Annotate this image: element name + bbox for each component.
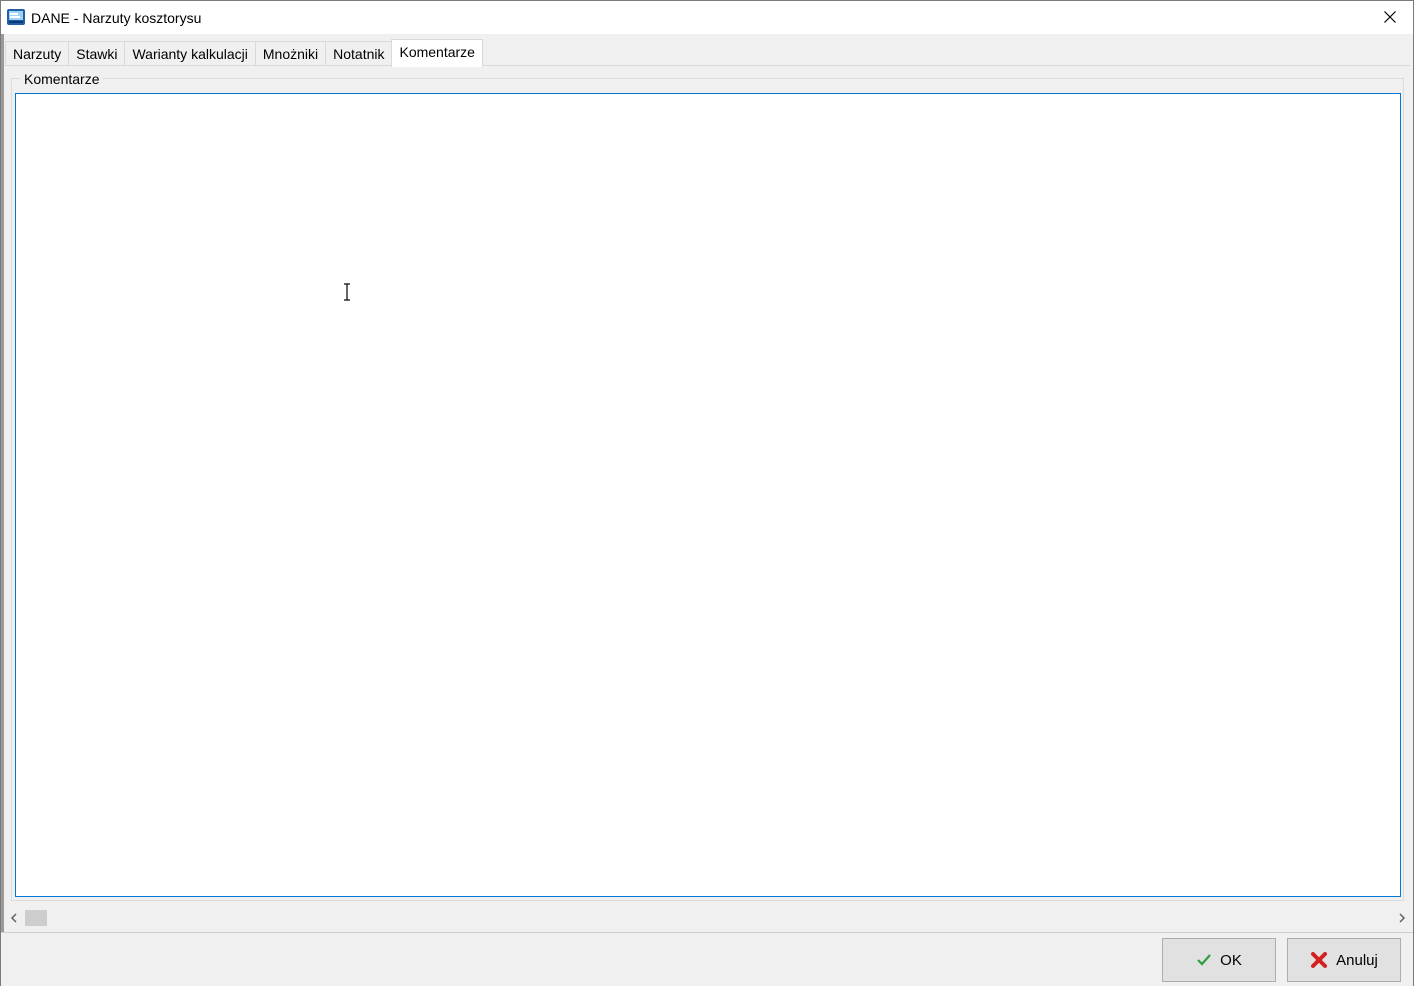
tab-stawki[interactable]: Stawki	[68, 41, 126, 66]
close-button[interactable]	[1367, 1, 1413, 34]
cancel-button-label: Anuluj	[1336, 951, 1378, 969]
tab-komentarze[interactable]: Komentarze	[391, 39, 483, 67]
window-left-edge	[1, 34, 4, 985]
checkmark-icon	[1196, 953, 1212, 967]
scroll-right-button[interactable]	[1393, 907, 1411, 929]
comments-group-title: Komentarze	[20, 71, 104, 87]
tab-narzuty[interactable]: Narzuty	[5, 41, 70, 66]
ok-button[interactable]: OK	[1162, 938, 1276, 982]
scroll-left-button[interactable]	[5, 907, 23, 929]
app-icon	[6, 7, 26, 27]
scroll-thumb[interactable]	[25, 910, 47, 926]
window-title: DANE - Narzuty kosztorysu	[31, 10, 202, 26]
ok-button-label: OK	[1220, 951, 1242, 969]
comments-textarea[interactable]	[15, 93, 1401, 897]
title-bar: DANE - Narzuty kosztorysu	[1, 1, 1413, 34]
tab-notatnik[interactable]: Notatnik	[325, 41, 393, 66]
x-icon	[1310, 951, 1328, 969]
dialog-window: DANE - Narzuty kosztorysu Narzuty Stawki…	[0, 0, 1414, 986]
tab-warianty-kalkulacji[interactable]: Warianty kalkulacji	[124, 41, 256, 66]
button-bar: OK Anuluj	[1, 932, 1413, 986]
cancel-button[interactable]: Anuluj	[1287, 938, 1401, 982]
comments-groupbox: Komentarze	[11, 71, 1404, 901]
tab-mnozniki[interactable]: Mnożniki	[254, 41, 327, 66]
close-icon	[1384, 10, 1396, 26]
chevron-right-icon	[1398, 910, 1406, 926]
tab-strip: Narzuty Stawki Warianty kalkulacji Mnożn…	[5, 38, 483, 67]
tab-page-komentarze: Komentarze	[5, 65, 1410, 906]
horizontal-scrollbar[interactable]	[5, 907, 1411, 929]
chevron-left-icon	[10, 910, 18, 926]
